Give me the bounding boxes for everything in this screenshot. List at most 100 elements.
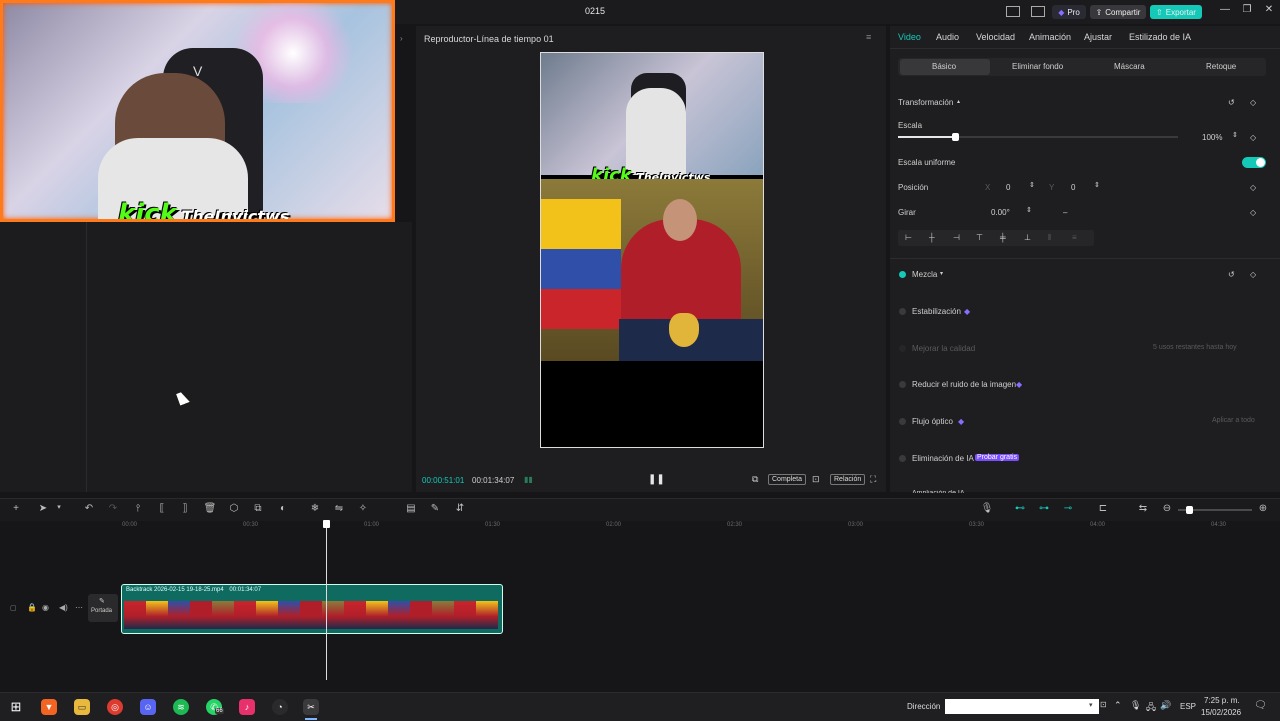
snap-icon[interactable]: ⊏ xyxy=(1096,503,1110,514)
align-top-icon[interactable]: ⊤ xyxy=(976,233,983,242)
ai-remove-checkbox[interactable] xyxy=(899,455,906,462)
microphone-icon[interactable]: 🎙 xyxy=(980,503,994,514)
export-button[interactable]: ⇧ Exportar xyxy=(1150,5,1202,19)
scale-value[interactable]: 100% xyxy=(1202,133,1222,142)
pos-x-stepper-icon[interactable]: ⇕ xyxy=(1029,181,1035,189)
zoom-slider[interactable] xyxy=(1178,506,1252,514)
cover-button[interactable]: ✎ Portada xyxy=(88,594,118,622)
align-bottom-icon[interactable]: ⊥ xyxy=(1024,233,1031,242)
tab-speed[interactable]: Velocidad xyxy=(976,32,1015,42)
link-main-icon[interactable]: ⊷ xyxy=(1013,503,1027,514)
distribute-h-icon[interactable]: ⫴ xyxy=(1048,233,1051,243)
address-input[interactable]: ▾ xyxy=(945,699,1099,714)
tray-caret-icon[interactable]: ⌃ xyxy=(1114,700,1122,711)
mic-tray-icon[interactable]: 🎙 xyxy=(1130,700,1141,711)
clock-time[interactable]: 7:25 p. m. xyxy=(1204,696,1240,705)
video-preview[interactable]: kick TheInvictws xyxy=(540,52,764,448)
collapse-panel-icon[interactable]: › xyxy=(400,34,403,43)
pos-y-stepper-icon[interactable]: ⇕ xyxy=(1094,181,1100,189)
pos-x-input[interactable]: 0 xyxy=(1006,183,1010,192)
subtab-remove-bg[interactable]: Eliminar fondo xyxy=(1012,62,1063,71)
subtab-mask[interactable]: Máscara xyxy=(1114,62,1145,71)
playhead-handle[interactable] xyxy=(323,520,330,528)
split-icon[interactable]: ⫯ xyxy=(131,503,145,514)
subtitle-icon[interactable]: ▤ xyxy=(404,503,418,514)
mirror-icon[interactable]: ⇋ xyxy=(332,503,346,514)
blend-reset-icon[interactable]: ↺ xyxy=(1228,270,1235,279)
ratio-button[interactable]: Relación xyxy=(830,474,866,485)
screenshot-icon[interactable]: ⊡ xyxy=(812,474,820,485)
align-left-icon[interactable]: ⊢ xyxy=(905,233,912,242)
align-center-h-icon[interactable]: ┼ xyxy=(929,233,935,242)
link-clips-icon[interactable]: ⊶ xyxy=(1037,503,1051,514)
capcut-pink-icon[interactable]: ♪ xyxy=(239,699,255,715)
trim-left-icon[interactable]: ⟦ xyxy=(155,503,169,514)
minimize-icon[interactable]: — xyxy=(1218,4,1232,15)
share-button[interactable]: ⇪ Compartir xyxy=(1090,5,1146,19)
full-quality-button[interactable]: Completa xyxy=(768,474,806,485)
blend-caret-icon[interactable]: ▾ xyxy=(940,270,943,277)
maximize-icon[interactable]: ❐ xyxy=(1240,4,1254,15)
shortcut-icon[interactable] xyxy=(1031,6,1045,17)
stabilize-label[interactable]: Estabilización xyxy=(912,307,961,316)
stabilize-checkbox[interactable] xyxy=(899,308,906,315)
address-dropdown-icon[interactable]: ▾ xyxy=(1089,701,1093,709)
redo-icon[interactable]: ↷ xyxy=(106,503,120,514)
windows-start-icon[interactable]: ⊞ xyxy=(8,699,24,715)
subtab-retouch[interactable]: Retoque xyxy=(1206,62,1236,71)
more-icon[interactable]: ⋯ xyxy=(75,603,83,612)
audio-icon[interactable]: ◀) xyxy=(59,603,68,612)
pause-icon[interactable]: ❚❚ xyxy=(648,474,665,485)
marker-icon[interactable]: ⬡ xyxy=(227,503,241,514)
language-indicator[interactable]: ESP xyxy=(1180,702,1196,711)
ai-effect-icon[interactable]: ✧ xyxy=(356,503,370,514)
flow-label[interactable]: Flujo óptico xyxy=(912,417,953,426)
brave-browser-icon[interactable]: ▼ xyxy=(41,699,57,715)
discord-icon[interactable]: ☺ xyxy=(140,699,156,715)
uniform-scale-toggle[interactable] xyxy=(1242,157,1266,168)
tab-audio[interactable]: Audio xyxy=(936,32,959,42)
transform-heading[interactable]: Transformación xyxy=(898,98,953,107)
timeline-ruler[interactable]: 00:00 00:30 01:00 01:30 02:00 02:30 03:0… xyxy=(88,520,1280,532)
tab-ai-style[interactable]: Estilizado de IA xyxy=(1129,32,1191,42)
caret-up-icon[interactable]: ▴ xyxy=(957,98,960,105)
zoom-in-icon[interactable]: ⊕ xyxy=(1256,503,1270,514)
pos-y-input[interactable]: 0 xyxy=(1071,183,1075,192)
delete-icon[interactable]: 🗑 xyxy=(203,503,217,514)
select-tool-icon[interactable]: ➤ xyxy=(36,503,50,514)
tab-adjust[interactable]: Ajustar xyxy=(1084,32,1112,42)
capcut-icon[interactable]: ✂ xyxy=(303,699,319,715)
rotate-stepper-icon[interactable]: ⇕ xyxy=(1026,206,1032,214)
obs-icon[interactable]: ◔ xyxy=(272,699,288,715)
volume-icon[interactable]: 🔊 xyxy=(1160,700,1171,711)
pos-keyframe-icon[interactable]: ◇ xyxy=(1250,183,1256,192)
align-right-icon[interactable]: ⊣ xyxy=(953,233,960,242)
clock-date[interactable]: 15/02/2026 xyxy=(1201,708,1241,717)
network-icon[interactable]: 🖧 xyxy=(1146,700,1156,716)
pro-button[interactable]: ◆ Pro xyxy=(1052,5,1086,19)
crop-icon[interactable]: ⧉ xyxy=(752,474,758,485)
ai-remove-label[interactable]: Eliminación de IA xyxy=(912,454,974,463)
menu-icon[interactable]: ≡ xyxy=(866,32,871,42)
blend-keyframe-icon[interactable]: ◇ xyxy=(1250,270,1256,279)
rotate-keyframe-icon[interactable]: ◇ xyxy=(1250,208,1256,217)
apply-all-button[interactable]: Aplicar a todo xyxy=(1212,417,1255,424)
edit-icon[interactable]: ✎ xyxy=(428,503,442,514)
eye-icon[interactable]: ◉ xyxy=(42,603,49,612)
denoise-label[interactable]: Reducir el ruido de la imagen xyxy=(912,380,1016,389)
scale-slider-handle[interactable] xyxy=(952,133,959,141)
scale-keyframe-icon[interactable]: ◇ xyxy=(1250,133,1256,142)
video-clip[interactable]: Backtrack 2026-02-15 19-18-25.mp4 00:01:… xyxy=(121,584,503,634)
try-free-badge[interactable]: Probar gratis xyxy=(975,454,1020,461)
playhead[interactable] xyxy=(323,520,330,680)
scale-slider[interactable] xyxy=(898,133,1178,141)
layout-icon[interactable] xyxy=(1006,6,1020,17)
spotify-icon[interactable]: ≋ xyxy=(173,699,189,715)
preview-axis-icon[interactable]: ⊸ xyxy=(1061,503,1075,514)
crop-tool-icon[interactable]: ⧉ xyxy=(251,503,265,514)
flow-checkbox[interactable] xyxy=(899,418,906,425)
denoise-checkbox[interactable] xyxy=(899,381,906,388)
align-center-v-icon[interactable]: ╪ xyxy=(1000,233,1006,242)
rotate-dial-icon[interactable]: – xyxy=(1063,208,1067,217)
lock-icon[interactable]: 🔒 xyxy=(27,603,37,612)
